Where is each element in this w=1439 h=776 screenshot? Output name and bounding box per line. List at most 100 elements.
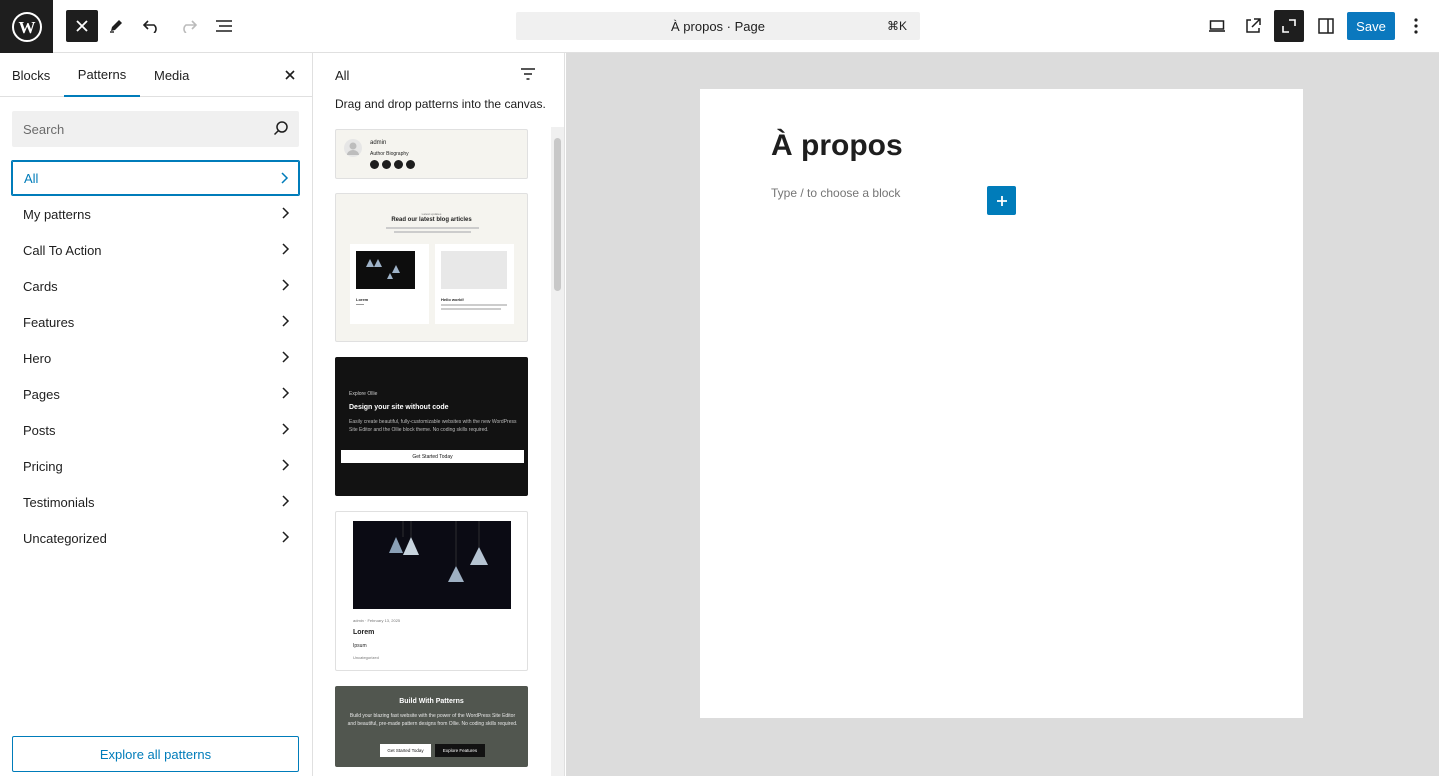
blog-post2-title: Hello world! [441, 297, 464, 302]
cta-eyebrow: Explore Ollie [349, 391, 378, 397]
blog-post-card: Hello world! [435, 244, 514, 324]
post-title: Lorem [353, 629, 375, 636]
blog-intro-line [394, 231, 471, 233]
category-label: Hero [23, 350, 52, 366]
filter-button[interactable] [520, 67, 536, 86]
undo-icon [143, 20, 157, 33]
chevron-right-icon [282, 315, 290, 327]
blog-intro-line [386, 227, 479, 229]
block-placeholder[interactable]: Type / to choose a block [771, 186, 900, 200]
lamp-image [353, 521, 511, 609]
hero-primary-button: Get Started Today [380, 744, 431, 757]
instagram-icon [394, 160, 403, 169]
settings-sidebar-button[interactable] [1310, 10, 1342, 42]
category-pages[interactable]: Pages [11, 376, 300, 412]
category-features[interactable]: Features [11, 304, 300, 340]
close-icon [76, 20, 88, 32]
category-testimonials[interactable]: Testimonials [11, 484, 300, 520]
category-call-to-action[interactable]: Call To Action [11, 232, 300, 268]
hero-title: Build With Patterns [399, 698, 464, 705]
lamp-image [356, 251, 415, 289]
chevron-right-icon [282, 279, 290, 291]
sidebar-icon [1318, 18, 1334, 34]
wordpress-icon: W [11, 11, 42, 42]
close-inserter-button[interactable] [66, 10, 98, 42]
patterns-panel-heading: All [335, 68, 350, 83]
bio-subtitle: Author Biography [370, 151, 409, 157]
category-label: Testimonials [23, 494, 95, 510]
explore-all-patterns-button[interactable]: Explore all patterns [12, 736, 299, 772]
undo-button[interactable] [136, 10, 168, 42]
blog-post-card: Lorem [350, 244, 429, 324]
category-posts[interactable]: Posts [11, 412, 300, 448]
category-label: Call To Action [23, 242, 102, 258]
chevron-right-icon [282, 423, 290, 435]
wordpress-logo-button[interactable]: W [0, 0, 53, 53]
page-preview[interactable]: À propos Type / to choose a block [700, 89, 1303, 718]
category-all[interactable]: All [11, 160, 300, 196]
chevron-right-icon [282, 531, 290, 543]
bio-name: admin [370, 140, 387, 146]
search-icon [273, 121, 288, 136]
category-cards[interactable]: Cards [11, 268, 300, 304]
tab-media[interactable]: Media [154, 53, 189, 97]
chevron-right-icon [281, 172, 289, 184]
close-sidebar-button[interactable] [284, 53, 296, 97]
patterns-scrollbar-thumb[interactable] [554, 138, 561, 291]
category-hero[interactable]: Hero [11, 340, 300, 376]
command-palette-bar[interactable]: À propos · Page ⌘K [516, 12, 920, 40]
category-label: Cards [23, 278, 58, 294]
chevron-right-icon [282, 459, 290, 471]
view-page-button[interactable] [1237, 10, 1269, 42]
category-label: Posts [23, 422, 56, 438]
category-pricing[interactable]: Pricing [11, 448, 300, 484]
pattern-card-single-post[interactable]: admin · February 13, 2025 Lorem Ipsum Un… [335, 511, 528, 671]
blog-eyebrow: Latest updates [421, 212, 442, 216]
laptop-icon [1209, 20, 1225, 32]
category-label: My patterns [23, 206, 91, 222]
document-overview-button[interactable] [208, 10, 240, 42]
pattern-card-build-with-patterns[interactable]: Build With Patterns Build your blazing f… [335, 686, 528, 767]
cta-title: Design your site without code [349, 404, 449, 411]
inserter-tabs: Blocks Patterns Media [0, 53, 312, 97]
pattern-card-author-bio[interactable]: admin Author Biography [335, 129, 528, 179]
lamp-illustration [366, 259, 400, 279]
lamp-illustration [389, 521, 488, 582]
category-label: Pages [23, 386, 60, 402]
post-excerpt: Ipsum [353, 643, 367, 649]
patterns-panel: All Drag and drop patterns into the canv… [314, 53, 565, 776]
category-label: Features [23, 314, 75, 330]
device-preview-button[interactable] [1201, 10, 1233, 42]
save-button[interactable]: Save [1347, 12, 1395, 40]
more-vertical-icon [1414, 18, 1418, 34]
pattern-category-list: All My patterns Call To Action Cards Fea… [11, 160, 300, 556]
tab-blocks[interactable]: Blocks [12, 53, 50, 97]
post-category: Uncategorized [353, 655, 379, 660]
chevron-right-icon [282, 387, 290, 399]
zoom-out-button[interactable] [1274, 10, 1304, 42]
chevron-right-icon [282, 207, 290, 219]
blog-post1-title: Lorem [356, 297, 369, 302]
placeholder-image [441, 251, 507, 289]
editor-canvas: À propos Type / to choose a block [566, 53, 1439, 776]
filter-icon [521, 68, 535, 80]
blog-title: Read our latest blog articles [391, 217, 472, 223]
page-title[interactable]: À propos [771, 129, 903, 163]
category-uncategorized[interactable]: Uncategorized [11, 520, 300, 556]
tab-patterns[interactable]: Patterns [64, 53, 140, 97]
chevron-right-icon [282, 351, 290, 363]
redo-button[interactable] [172, 10, 204, 42]
search-input[interactable]: Search [12, 111, 299, 147]
pattern-card-design-without-code[interactable]: Explore Ollie Design your site without c… [335, 357, 528, 496]
social-icons [370, 160, 415, 169]
patterns-hint: Drag and drop patterns into the canvas. [335, 97, 546, 111]
tools-button[interactable] [100, 10, 132, 42]
pattern-card-latest-blog[interactable]: Latest updates Read our latest blog arti… [335, 193, 528, 342]
options-button[interactable] [1400, 10, 1432, 42]
redo-icon [183, 20, 197, 33]
add-block-button[interactable] [987, 186, 1016, 215]
facebook-icon [382, 160, 391, 169]
plus-icon [996, 195, 1007, 206]
editor-header: W À propos · Page ⌘K Save [0, 0, 1439, 53]
category-my-patterns[interactable]: My patterns [11, 196, 300, 232]
